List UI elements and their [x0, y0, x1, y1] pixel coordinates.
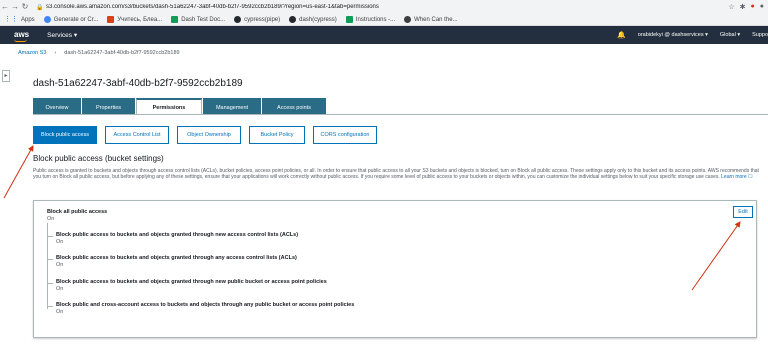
profile-icon[interactable]: ● [760, 3, 764, 11]
bookmark-icon [404, 16, 412, 23]
access-control-list-button[interactable]: Access Control List [105, 126, 169, 144]
object-ownership-button[interactable]: Object Ownership [177, 126, 241, 144]
tab-overview[interactable]: Overview [33, 98, 81, 114]
aws-header: aws Services ▾ 🔔 orabidekyi @ dashservic… [0, 26, 768, 44]
tab-bar: Overview Properties Permissions Manageme… [33, 98, 327, 114]
block-public-access-button[interactable]: Block public access [33, 126, 97, 144]
apps-icon: ⋮⋮ [4, 16, 18, 23]
extension-red-icon[interactable]: ● [751, 3, 755, 11]
reload-icon[interactable]: ↻ [20, 0, 30, 14]
aws-logo[interactable]: aws [14, 31, 29, 42]
setting-new-acls-value: On [56, 239, 64, 245]
star-icon[interactable]: ☆ [728, 3, 734, 11]
github-icon [234, 16, 242, 23]
section-title: Block public access (bucket settings) [33, 154, 164, 163]
block-all-value: On [47, 216, 55, 222]
address-bar[interactable]: s3.console.aws.amazon.com/s3/buckets/das… [46, 4, 728, 10]
lock-icon[interactable]: 🔒 [36, 4, 44, 11]
sheets-icon [345, 16, 353, 23]
breadcrumb-amazon-s3[interactable]: Amazon S3 [18, 50, 46, 56]
setting-any-policies-value: On [56, 309, 64, 315]
account-menu[interactable]: orabidekyi @ dashservices ▾ [638, 32, 708, 38]
bookmark-dash-cypress[interactable]: dash(cypress) [289, 16, 337, 23]
permission-subnav: Block public access Access Control List … [33, 126, 377, 144]
tree-branch [47, 283, 53, 284]
breadcrumb: Amazon S3 › dash-51a62247-3abf-40db-b2f7… [18, 50, 180, 56]
section-description: Public access is granted to buckets and … [33, 168, 759, 181]
tab-permissions[interactable]: Permissions [136, 98, 202, 114]
bookmark-apps[interactable]: ⋮⋮ Apps [4, 16, 35, 23]
bucket-policy-button[interactable]: Bucket Policy [249, 126, 305, 144]
extension-icon[interactable]: ✱ [740, 3, 746, 11]
bookmark-cypress-pipe[interactable]: cypress(pipe) [234, 16, 280, 23]
region-menu[interactable]: Global ▾ [720, 32, 740, 38]
tab-management[interactable]: Management [203, 98, 261, 114]
browser-toolbar: ← → ↻ 🔒 s3.console.aws.amazon.com/s3/buc… [0, 0, 768, 14]
block-all-title: Block all public access [47, 209, 108, 215]
tree-branch [47, 236, 53, 237]
setting-new-policies-title: Block public access to buckets and objec… [56, 279, 327, 285]
google-icon [43, 16, 51, 23]
bookmark-generate[interactable]: Generate or Cr... [43, 16, 98, 23]
tab-underline [33, 114, 768, 115]
learn-more-link[interactable]: Learn more ☐ [721, 174, 752, 180]
docs-icon [171, 16, 179, 23]
back-icon[interactable]: ← [0, 0, 10, 14]
cors-configuration-button[interactable]: CORS configuration [313, 126, 377, 144]
arrow-to-block-public-access [3, 145, 34, 199]
sidebar-toggle[interactable]: ▸ [2, 70, 10, 82]
bookmarks-bar: ⋮⋮ Apps Generate or Cr... Учитесь, Блеа..… [0, 14, 768, 26]
setting-any-acls-title: Block public access to buckets and objec… [56, 255, 297, 261]
bookmark-icon [107, 16, 115, 23]
breadcrumb-separator: › [54, 50, 57, 56]
tree-branch [47, 306, 53, 307]
bookmark-dash-doc[interactable]: Dash Test Doc... [171, 16, 225, 23]
block-public-access-panel: Edit Block all public access On Block pu… [33, 200, 757, 338]
setting-any-policies-title: Block public and cross-account access to… [56, 302, 355, 308]
forward-icon[interactable]: → [10, 0, 20, 14]
tab-access-points[interactable]: Access points [262, 98, 326, 114]
bookmark-when-can[interactable]: When Can the... [404, 16, 458, 23]
bookmark-instructions[interactable]: Instructions -... [345, 16, 395, 23]
edit-button[interactable]: Edit [733, 206, 753, 218]
breadcrumb-current: dash-51a62247-3abf-40db-b2f7-9592ccb2b18… [64, 50, 180, 56]
github-icon [289, 16, 297, 23]
tree-branch [47, 259, 53, 260]
bell-icon[interactable]: 🔔 [617, 31, 626, 39]
services-menu[interactable]: Services ▾ [47, 31, 77, 39]
page-title: dash-51a62247-3abf-40db-b2f7-9592ccb2b18… [33, 78, 243, 89]
setting-any-acls-value: On [56, 262, 64, 268]
support-menu[interactable]: Suppo [752, 32, 768, 38]
setting-new-policies-value: On [56, 286, 64, 292]
chevron-right-icon: ▸ [4, 73, 8, 79]
setting-new-acls-title: Block public access to buckets and objec… [56, 232, 299, 238]
tab-properties[interactable]: Properties [82, 98, 135, 114]
bookmark-learn[interactable]: Учитесь, Блеа... [107, 16, 162, 23]
